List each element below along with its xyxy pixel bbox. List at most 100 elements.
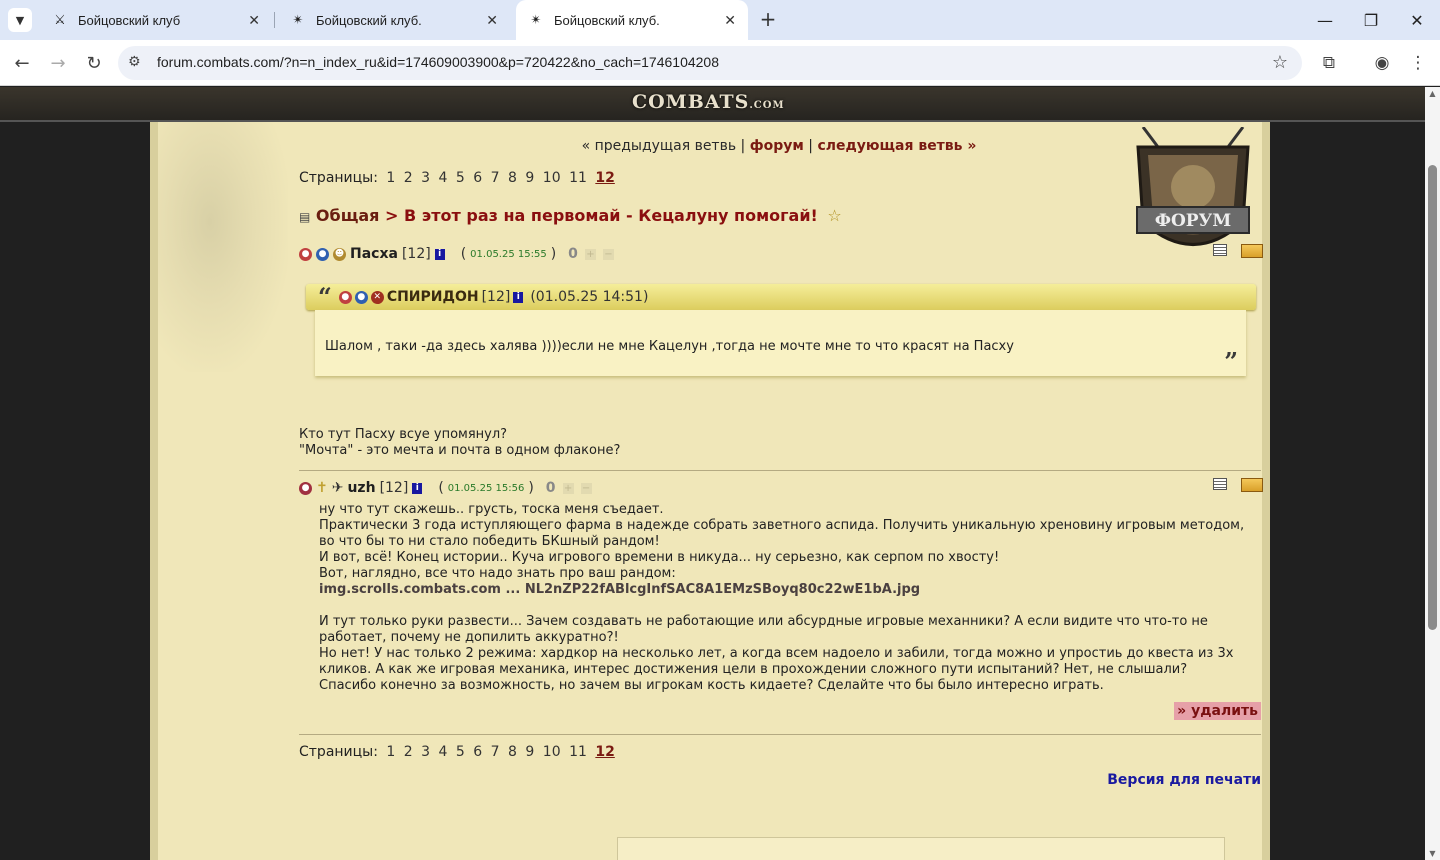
tab-1[interactable]: ⚔ Бойцовский клуб ✕ <box>40 0 272 40</box>
forward-button[interactable]: → <box>44 49 72 77</box>
url-text[interactable]: forum.combats.com/?n=n_index_ru&id=17460… <box>157 54 719 70</box>
page-link[interactable]: 3 <box>421 170 430 186</box>
page-link[interactable]: 6 <box>473 170 482 186</box>
reload-button[interactable]: ↻ <box>80 49 108 77</box>
quote-text: Шалом , таки -да здесь халява ))))если н… <box>325 339 1014 354</box>
page-link[interactable]: 2 <box>404 744 413 760</box>
page-link[interactable]: 9 <box>525 744 534 760</box>
restore-button[interactable]: ❐ <box>1348 0 1394 40</box>
author-nick[interactable]: uzh <box>347 480 375 496</box>
edit-icon[interactable] <box>1241 244 1263 258</box>
page-link[interactable]: 5 <box>456 744 465 760</box>
vote-plus-button[interactable]: + <box>562 482 574 494</box>
scroll-down-icon[interactable]: ▼ <box>1428 849 1437 858</box>
page-link[interactable]: 11 <box>569 744 587 760</box>
close-icon[interactable]: ✕ <box>248 12 260 29</box>
author-nick[interactable]: Пасха <box>350 246 398 262</box>
profile-icon[interactable]: ◉ <box>1370 51 1394 75</box>
author-level: [12] <box>401 246 431 262</box>
topic-name: В этот раз на первомай - Кецалуну помога… <box>404 206 818 225</box>
message-line: кликов. А как же игровая механика, интер… <box>319 662 1188 677</box>
pagination-label: Страницы: <box>299 744 378 760</box>
page-link[interactable]: 6 <box>473 744 482 760</box>
page-link[interactable]: 7 <box>491 744 500 760</box>
favorite-star-icon[interactable]: ☆ <box>827 206 841 225</box>
info-icon[interactable]: i <box>412 482 423 494</box>
new-tab-button[interactable]: + <box>756 8 780 32</box>
quote-date: (01.05.25 14:51) <box>530 289 649 305</box>
list-icon[interactable] <box>1213 478 1227 490</box>
post-actions <box>1213 478 1263 492</box>
tab-bar: ▼ ⚔ Бойцовский клуб ✕ ✴ Бойцовский клуб.… <box>0 0 1440 40</box>
combats-favicon-icon: ✴ <box>530 12 542 27</box>
emblem-label: ФОРУМ <box>1155 211 1232 231</box>
vote-minus-button[interactable]: − <box>602 248 614 260</box>
info-icon[interactable]: i <box>513 291 524 303</box>
minimize-button[interactable]: — <box>1302 0 1348 40</box>
scroll-up-icon[interactable]: ▲ <box>1428 89 1437 98</box>
align-badge-icon: ● <box>299 481 312 495</box>
page-link[interactable]: 3 <box>421 744 430 760</box>
message-line: И вот, всё! Конец истории.. Куча игровог… <box>319 550 1000 565</box>
page-link[interactable]: 8 <box>508 170 517 186</box>
vote-minus-button[interactable]: − <box>580 482 592 494</box>
edit-icon[interactable] <box>1241 478 1263 492</box>
tab-2[interactable]: ✴ Бойцовский клуб. ✕ <box>278 0 510 40</box>
close-icon[interactable]: ✕ <box>724 12 736 29</box>
scroll-thumb[interactable] <box>1428 165 1437 630</box>
page-link[interactable]: 9 <box>525 170 534 186</box>
page-link[interactable]: 4 <box>439 744 448 760</box>
close-window-button[interactable]: ✕ <box>1394 0 1440 40</box>
site-info-icon[interactable]: ⚙ <box>128 54 141 70</box>
page-link[interactable]: 1 <box>386 170 395 186</box>
delete-button[interactable]: » удалить <box>1174 702 1261 720</box>
tab-search-button[interactable]: ▼ <box>8 8 32 32</box>
guild-badge-icon: ✕ <box>370 290 384 304</box>
menu-icon[interactable]: ⋮ <box>1406 51 1430 75</box>
address-bar[interactable]: ⚙ forum.combats.com/?n=n_index_ru&id=174… <box>118 46 1302 80</box>
site-header: COMBATS.COM <box>0 87 1425 122</box>
back-button[interactable]: ← <box>8 49 36 77</box>
page-link[interactable]: 10 <box>543 170 561 186</box>
extensions-icon[interactable]: ⧉ <box>1317 51 1341 75</box>
image-link[interactable]: img.scrolls.combats.com ... NL2nZP22fABl… <box>319 582 920 597</box>
bookmark-star-icon[interactable]: ☆ <box>1272 52 1288 73</box>
clan-badge-icon: ● <box>316 247 329 261</box>
browser-toolbar: ← → ↻ ⚙ forum.combats.com/?n=n_index_ru&… <box>0 40 1440 86</box>
post-score: 0 <box>545 480 556 496</box>
page-link-current[interactable]: 12 <box>595 170 614 186</box>
close-icon[interactable]: ✕ <box>486 12 498 29</box>
page-link[interactable]: 2 <box>404 170 413 186</box>
avatar-badge-icon: ☻ <box>333 247 346 261</box>
page-link[interactable]: 11 <box>569 170 587 186</box>
page-link-current[interactable]: 12 <box>595 744 614 760</box>
page-link[interactable]: 10 <box>543 744 561 760</box>
tab-title: Бойцовский клуб. <box>554 12 660 28</box>
list-icon[interactable] <box>1213 244 1227 256</box>
combats-logo[interactable]: COMBATS.COM <box>632 91 785 113</box>
decorative-feather <box>158 122 288 372</box>
page-link[interactable]: 8 <box>508 744 517 760</box>
info-icon[interactable]: i <box>434 248 445 260</box>
post-header: ● ✝ ✈ uzh [12] i (01.05.25 15:56) 0 + − <box>299 480 592 496</box>
quote-author[interactable]: СПИРИДОН <box>387 289 479 305</box>
paren: ( <box>460 246 467 262</box>
page-link[interactable]: 4 <box>439 170 448 186</box>
quote-block: “ ● ● ✕ СПИРИДОН [12] i (01.05.25 14:51)… <box>306 284 1256 380</box>
print-version-link[interactable]: Версия для печати <box>1107 772 1261 788</box>
forum-link[interactable]: форум <box>750 138 804 154</box>
page-link[interactable]: 5 <box>456 170 465 186</box>
page-viewport: COMBATS.COM ФОРУМ « предыдущая ветвь | ф… <box>0 87 1425 860</box>
category-link[interactable]: Общая <box>316 206 380 225</box>
vote-plus-button[interactable]: + <box>584 248 596 260</box>
swords-icon: ⚔ <box>54 12 66 27</box>
tab-3-active[interactable]: ✴ Бойцовский клуб. ✕ <box>516 0 748 40</box>
vertical-scrollbar[interactable]: ▲ ▼ <box>1425 87 1440 860</box>
next-thread-link[interactable]: следующая ветвь » <box>817 138 976 154</box>
prev-thread-link[interactable]: « предыдущая ветвь <box>582 138 737 154</box>
page-link[interactable]: 1 <box>386 744 395 760</box>
post-divider <box>299 470 1261 471</box>
page-link[interactable]: 7 <box>491 170 500 186</box>
nav-separator: | <box>740 138 746 154</box>
